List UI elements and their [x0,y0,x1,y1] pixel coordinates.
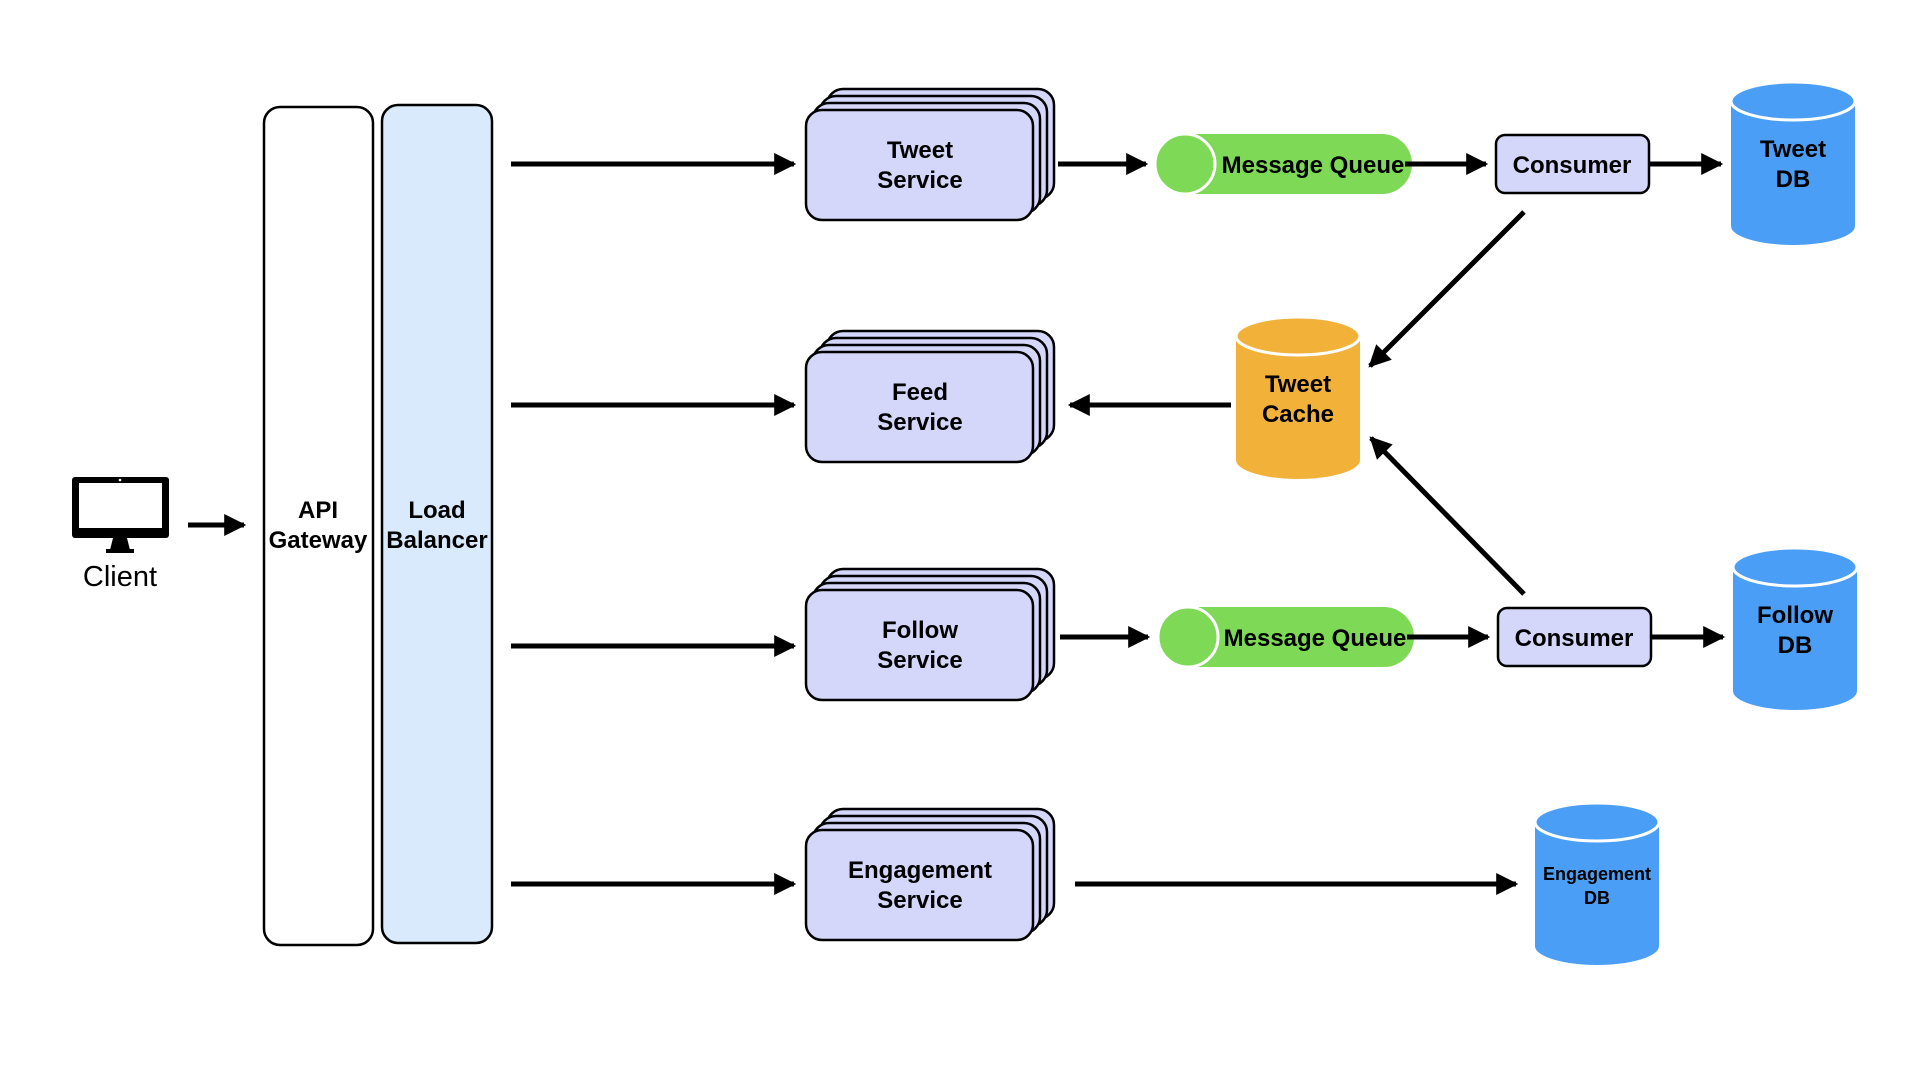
tweet-db-label-line2: DB [1776,166,1811,193]
engagement-service-label-line1: Engagement [848,857,992,884]
engagement-service[interactable]: Engagement Service [804,807,1056,942]
load-balancer-label-line2: Balancer [386,527,487,554]
client-node[interactable]: Client [72,477,169,593]
tweet-consumer-label: Consumer [1513,152,1632,179]
tweet-cache-label-line1: Tweet [1265,371,1331,398]
tweet-db[interactable]: Tweet DB [1729,80,1857,245]
follow-service[interactable]: Follow Service [804,567,1056,702]
api-gateway-label-line1: API [298,497,338,524]
tweet-queue-label: Message Queue [1222,152,1405,179]
engagement-service-label-line2: Service [877,887,962,914]
follow-db[interactable]: Follow DB [1731,546,1859,710]
engagement-db-label-line1: Engagement [1543,864,1651,884]
tweet-cache[interactable]: Tweet Cache [1234,315,1362,479]
tweet-consumer[interactable]: Consumer [1494,133,1651,195]
follow-consumer-label: Consumer [1515,625,1634,652]
engagement-db[interactable]: Engagement DB [1533,801,1661,965]
tweet-service[interactable]: Tweet Service [804,87,1056,222]
feed-service[interactable]: Feed Service [804,329,1056,464]
follow-db-label-line1: Follow [1757,602,1833,629]
engagement-db-label-line2: DB [1584,888,1610,908]
load-balancer[interactable]: Load Balancer [380,103,494,945]
feed-service-label-line2: Service [877,409,962,436]
api-gateway-label-line2: Gateway [269,527,368,554]
monitor-icon [72,477,169,553]
follow-service-label-line1: Follow [882,617,958,644]
follow-service-label-line2: Service [877,647,962,674]
load-balancer-label-line1: Load [408,497,465,524]
tweet-service-label-line2: Service [877,167,962,194]
follow-queue-label: Message Queue [1224,625,1407,652]
tweet-service-label-line1: Tweet [887,137,953,164]
tweet-message-queue[interactable]: Message Queue [1153,132,1412,196]
architecture-diagram: Client API Gateway Load Balancer Tweet S… [72,80,1859,965]
tweet-db-label-line1: Tweet [1760,136,1826,163]
tweet-cache-label-line2: Cache [1262,401,1334,428]
follow-consumer[interactable]: Consumer [1496,606,1653,668]
api-gateway[interactable]: API Gateway [262,105,375,947]
follow-message-queue[interactable]: Message Queue [1156,605,1414,669]
client-label: Client [83,561,157,593]
follow-db-label-line2: DB [1778,632,1813,659]
edge-follow-consumer-to-cache [1369,436,1526,596]
feed-service-label-line1: Feed [892,379,948,406]
edge-tweet-consumer-to-cache [1368,210,1526,368]
